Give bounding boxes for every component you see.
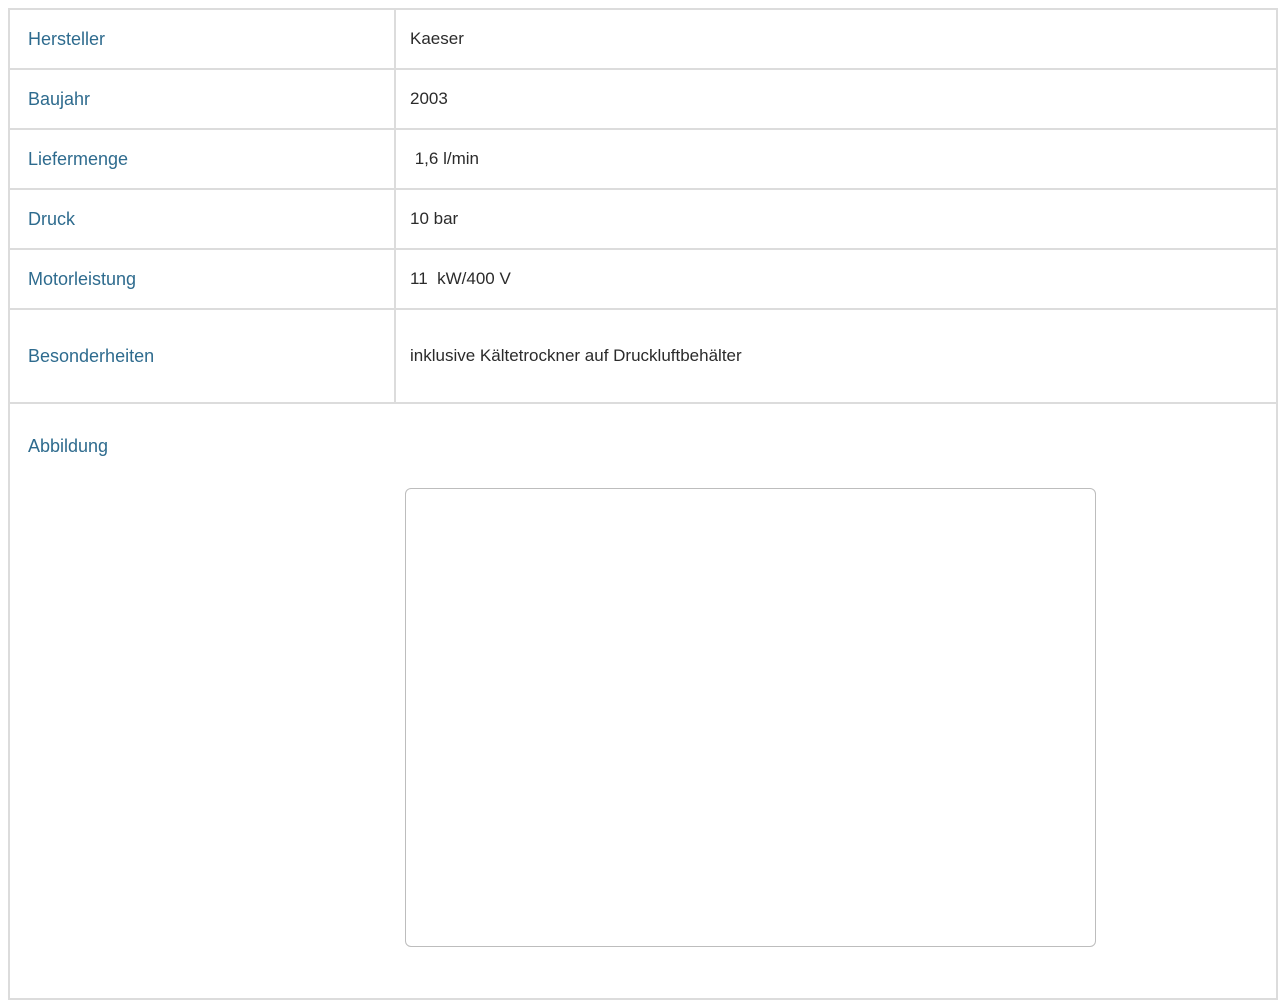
product-image: [405, 488, 1096, 947]
spec-label: Liefermenge: [8, 128, 396, 190]
spec-row-druck: Druck 10 bar: [8, 188, 1278, 250]
spec-label: Baujahr: [8, 68, 396, 130]
spec-label: Hersteller: [8, 8, 396, 70]
spec-row-hersteller: Hersteller Kaeser: [8, 8, 1278, 70]
spec-row-motorleistung: Motorleistung 11 kW/400 V: [8, 248, 1278, 310]
image-section-label: Abbildung: [28, 436, 109, 456]
image-section: Abbildung: [8, 402, 1278, 1000]
spec-table: Hersteller Kaeser Baujahr 2003 Liefermen…: [8, 8, 1278, 1000]
spec-label: Druck: [8, 188, 396, 250]
spec-value: 10 bar: [394, 188, 1278, 250]
spec-value: 2003: [394, 68, 1278, 130]
spec-row-abbildung: Abbildung: [8, 402, 1278, 1000]
spec-value: 1,6 l/min: [394, 128, 1278, 190]
spec-row-besonderheiten: Besonderheiten inklusive Kältetrockner a…: [8, 308, 1278, 404]
spec-value: 11 kW/400 V: [394, 248, 1278, 310]
spec-row-liefermenge: Liefermenge 1,6 l/min: [8, 128, 1278, 190]
spec-value: inklusive Kältetrockner auf Druckluftbeh…: [394, 308, 1278, 404]
spec-row-baujahr: Baujahr 2003: [8, 68, 1278, 130]
spec-label: Motorleistung: [8, 248, 396, 310]
spec-label: Besonderheiten: [8, 308, 396, 404]
spec-value: Kaeser: [394, 8, 1278, 70]
